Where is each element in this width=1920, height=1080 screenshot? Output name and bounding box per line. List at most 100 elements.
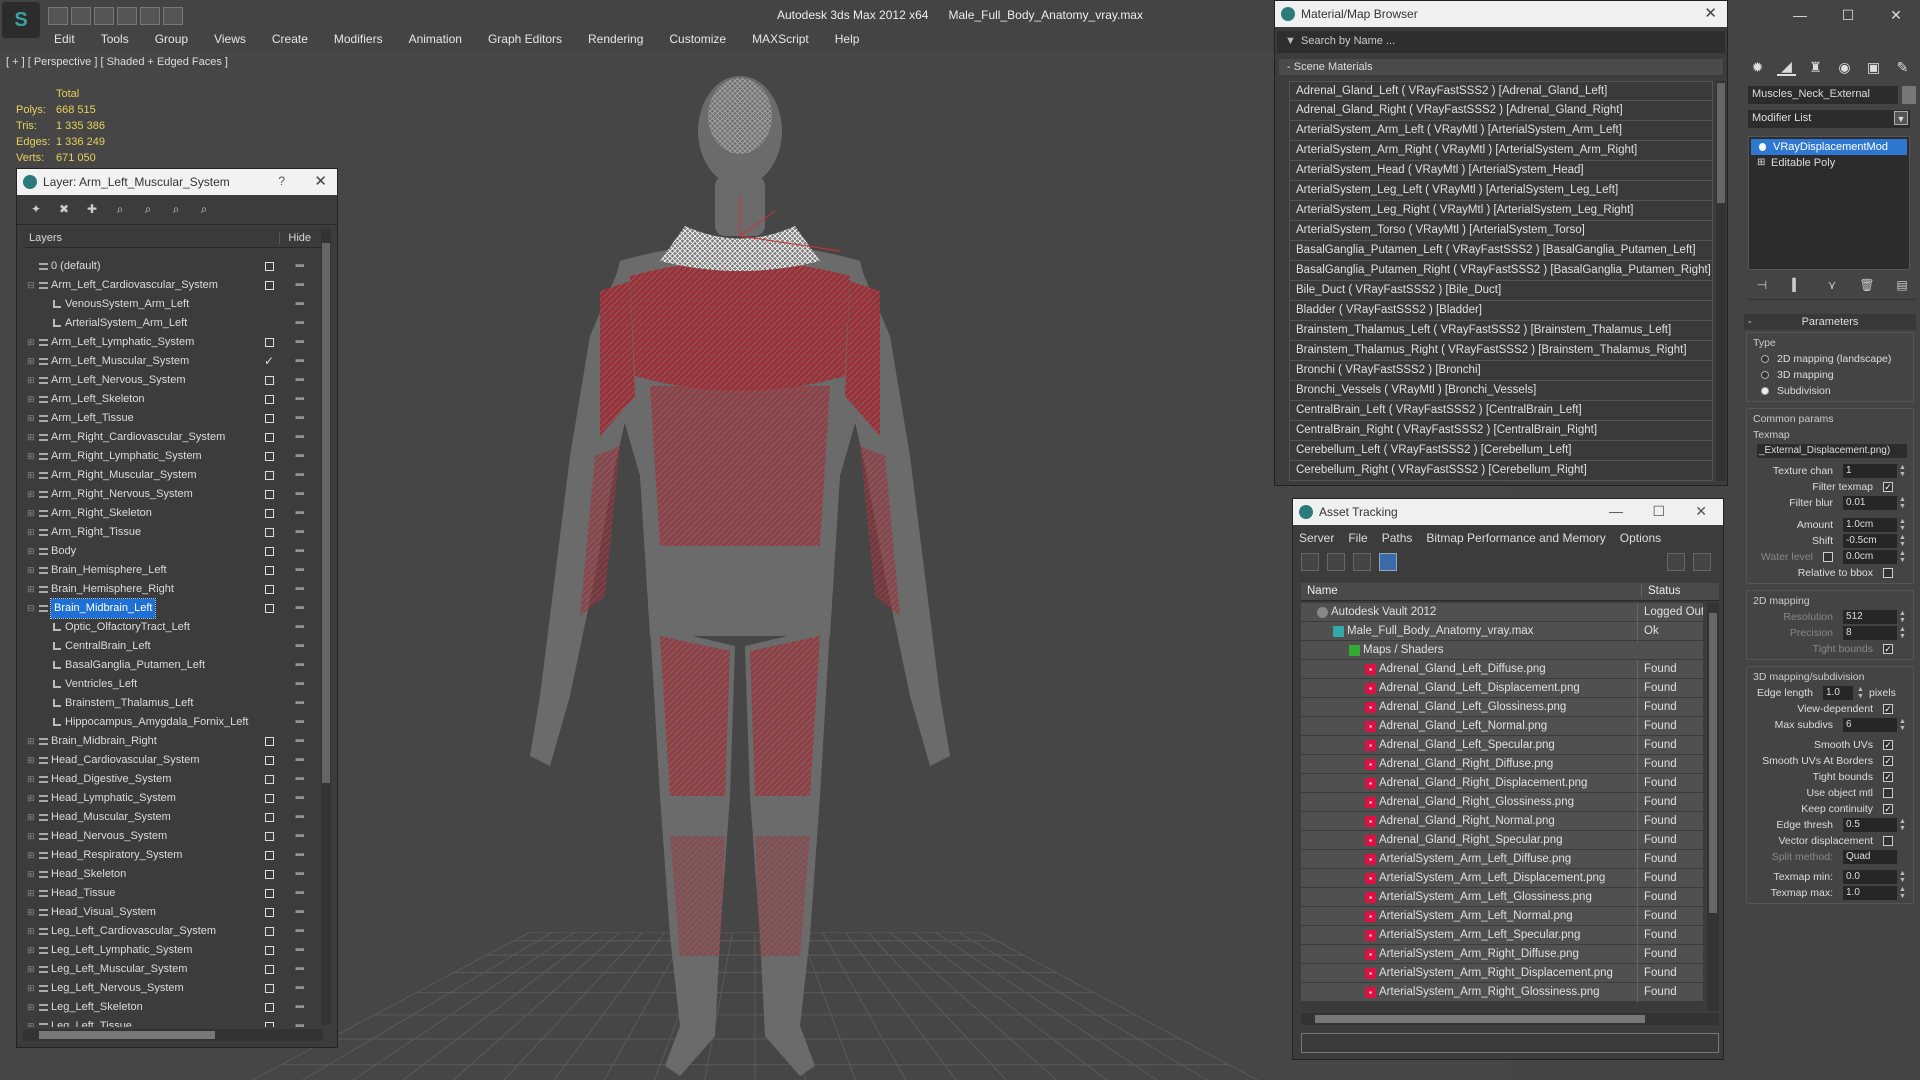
- hide-checkbox[interactable]: [265, 547, 274, 556]
- hide-checkbox[interactable]: [265, 262, 274, 271]
- asset-close-icon[interactable]: ✕: [1695, 503, 1707, 520]
- layer-row[interactable]: Optic_OlfactoryTract_Left ▪▪▪: [23, 618, 317, 637]
- layer-row[interactable]: 0 (default) ▪▪▪: [23, 257, 317, 276]
- hide-checkbox[interactable]: [265, 509, 274, 518]
- layer-name[interactable]: Leg_Left_Lymphatic_System: [51, 941, 192, 960]
- asset-row[interactable]: Autodesk Vault 2012 Logged Out: [1301, 603, 1703, 622]
- help-icon[interactable]: [1667, 553, 1685, 571]
- highlight-icon[interactable]: [1693, 553, 1711, 571]
- configure-sets-icon[interactable]: ▤: [1894, 278, 1910, 294]
- spinner-icon[interactable]: ▲ ▼: [1899, 718, 1907, 732]
- layer-options-icon[interactable]: ▪▪▪: [295, 960, 305, 979]
- material-list-item[interactable]: ArterialSystem_Head ( VRayMtl ) [Arteria…: [1289, 161, 1713, 181]
- asset-row[interactable]: ▪ Adrenal_Gland_Right_Normal.png Found: [1301, 812, 1703, 831]
- select-objects-icon[interactable]: ⌕: [111, 201, 129, 217]
- material-list-item[interactable]: ArterialSystem_Arm_Right ( VRayMtl ) [Ar…: [1289, 141, 1713, 161]
- highlight-selected-icon[interactable]: ⌕: [139, 201, 157, 217]
- freeze-all-icon[interactable]: ⌕: [195, 201, 213, 217]
- material-list-item[interactable]: Brainstem_Thalamus_Right ( VRayFastSSS2 …: [1289, 341, 1713, 361]
- spinner-icon[interactable]: ▲ ▼: [1899, 496, 1907, 510]
- layer-name[interactable]: Hippocampus_Amygdala_Fornix_Left: [65, 713, 248, 732]
- layer-row[interactable]: ⊞ Brain_Hemisphere_Left ▪▪▪: [23, 561, 317, 580]
- make-unique-icon[interactable]: ⋎: [1824, 278, 1840, 294]
- layer-options-icon[interactable]: ▪▪▪: [295, 390, 305, 409]
- layer-options-icon[interactable]: ▪▪▪: [295, 580, 305, 599]
- layer-options-icon[interactable]: ▪▪▪: [295, 656, 305, 675]
- layer-name[interactable]: Head_Tissue: [51, 884, 115, 903]
- layer-name[interactable]: Leg_Left_Skeleton: [51, 998, 143, 1017]
- resolution-input[interactable]: 512: [1843, 610, 1897, 624]
- hide-checkbox[interactable]: [265, 452, 274, 461]
- expand-toggle-icon[interactable]: ⊞: [27, 903, 35, 922]
- layer-row[interactable]: ⊞ Head_Muscular_System ▪▪▪: [23, 808, 317, 827]
- water-level-input[interactable]: 0.0cm: [1843, 550, 1897, 564]
- hide-checkbox[interactable]: [265, 737, 274, 746]
- expand-toggle-icon[interactable]: ⊞: [27, 770, 35, 789]
- layer-name[interactable]: Head_Nervous_System: [51, 827, 167, 846]
- expand-toggle-icon[interactable]: ⊞: [27, 580, 35, 599]
- display-tab-icon[interactable]: ▣: [1864, 58, 1883, 76]
- layer-options-icon[interactable]: ▪▪▪: [295, 770, 305, 789]
- delete-layer-icon[interactable]: ✖: [55, 201, 73, 217]
- table-view-icon[interactable]: [1379, 553, 1397, 571]
- utilities-tab-icon[interactable]: ✎: [1893, 58, 1912, 76]
- object-color-swatch[interactable]: [1902, 86, 1916, 104]
- menu-customize[interactable]: Customize: [669, 32, 726, 52]
- asset-row[interactable]: Male_Full_Body_Anatomy_vray.max Ok: [1301, 622, 1703, 641]
- keep-continuity-checkbox[interactable]: ✓: [1883, 804, 1893, 814]
- material-vscroll-thumb[interactable]: [1717, 83, 1725, 203]
- layer-name[interactable]: Arm_Right_Cardiovascular_System: [51, 428, 225, 447]
- layer-options-icon[interactable]: ▪▪▪: [295, 561, 305, 580]
- hide-checkbox[interactable]: [265, 395, 274, 404]
- layer-name[interactable]: Leg_Left_Tissue: [51, 1017, 132, 1027]
- expand-toggle-icon[interactable]: ⊞: [27, 504, 35, 523]
- asset-menu-file[interactable]: File: [1348, 531, 1367, 547]
- lightbulb-icon[interactable]: [1759, 143, 1766, 151]
- layer-name[interactable]: Arm_Left_Cardiovascular_System: [51, 276, 218, 295]
- layer-name[interactable]: Optic_OlfactoryTract_Left: [65, 618, 190, 637]
- parameters-rollout-header[interactable]: - Parameters: [1744, 314, 1916, 330]
- layer-name[interactable]: ArterialSystem_Arm_Left: [65, 314, 187, 333]
- spinner-icon[interactable]: ▲ ▼: [1899, 518, 1907, 532]
- expand-toggle-icon[interactable]: ⊞: [27, 352, 35, 371]
- layer-row[interactable]: ⊞ Arm_Right_Lymphatic_System ▪▪▪: [23, 447, 317, 466]
- asset-row[interactable]: ▪ Adrenal_Gland_Right_Diffuse.png Found: [1301, 755, 1703, 774]
- hide-checkbox[interactable]: [265, 471, 274, 480]
- menu-graph-editors[interactable]: Graph Editors: [488, 32, 562, 52]
- asset-row[interactable]: ▪ Adrenal_Gland_Right_Displacement.png Fou…: [1301, 774, 1703, 793]
- spinner-icon[interactable]: ▲ ▼: [1899, 464, 1907, 478]
- layer-options-icon[interactable]: ▪▪▪: [295, 257, 305, 276]
- relative-bbox-checkbox[interactable]: [1883, 568, 1893, 578]
- layer-name[interactable]: Arm_Right_Nervous_System: [51, 485, 193, 504]
- asset-row[interactable]: ▪ ArterialSystem_Arm_Left_Normal.png Found: [1301, 907, 1703, 926]
- radio-subdivision[interactable]: [1761, 387, 1769, 395]
- expand-toggle-icon[interactable]: ⊞: [27, 865, 35, 884]
- layer-name[interactable]: BasalGanglia_Putamen_Left: [65, 656, 205, 675]
- layer-vscroll-thumb[interactable]: [322, 243, 330, 783]
- layer-row[interactable]: ⊞ Head_Digestive_System ▪▪▪: [23, 770, 317, 789]
- layer-horizontal-scrollbar[interactable]: [23, 1029, 323, 1041]
- material-list-item[interactable]: ArterialSystem_Leg_Right ( VRayMtl ) [Ar…: [1289, 201, 1713, 221]
- layer-row[interactable]: ⊞ Arm_Right_Tissue ▪▪▪: [23, 523, 317, 542]
- precision-input[interactable]: 8: [1843, 626, 1897, 640]
- layer-options-icon[interactable]: ▪▪▪: [295, 865, 305, 884]
- expand-toggle-icon[interactable]: ⊞: [27, 846, 35, 865]
- expand-toggle-icon[interactable]: ⊞: [27, 941, 35, 960]
- refresh-icon[interactable]: [1301, 553, 1319, 571]
- layer-options-icon[interactable]: ▪▪▪: [295, 485, 305, 504]
- hide-checkbox[interactable]: [265, 414, 274, 423]
- expand-toggle-icon[interactable]: ⊞: [27, 884, 35, 903]
- hide-checkbox[interactable]: [265, 946, 274, 955]
- create-tab-icon[interactable]: ✹: [1748, 58, 1767, 76]
- spinner-icon[interactable]: ▲ ▼: [1899, 550, 1907, 564]
- hide-checkbox[interactable]: [265, 604, 274, 613]
- asset-vertical-scrollbar[interactable]: [1707, 603, 1719, 1011]
- layer-name[interactable]: Body: [51, 542, 76, 561]
- layer-name[interactable]: Leg_Left_Nervous_System: [51, 979, 184, 998]
- material-list-item[interactable]: Adrenal_Gland_Left ( VRayFastSSS2 ) [Adr…: [1289, 81, 1713, 101]
- expand-toggle-icon[interactable]: ⊞: [27, 789, 35, 808]
- texmap-button[interactable]: _External_Displacement.png): [1757, 444, 1907, 458]
- expand-toggle-icon[interactable]: ⊞: [27, 371, 35, 390]
- expand-icon[interactable]: ⊞: [1757, 155, 1765, 171]
- hide-checkbox[interactable]: [265, 585, 274, 594]
